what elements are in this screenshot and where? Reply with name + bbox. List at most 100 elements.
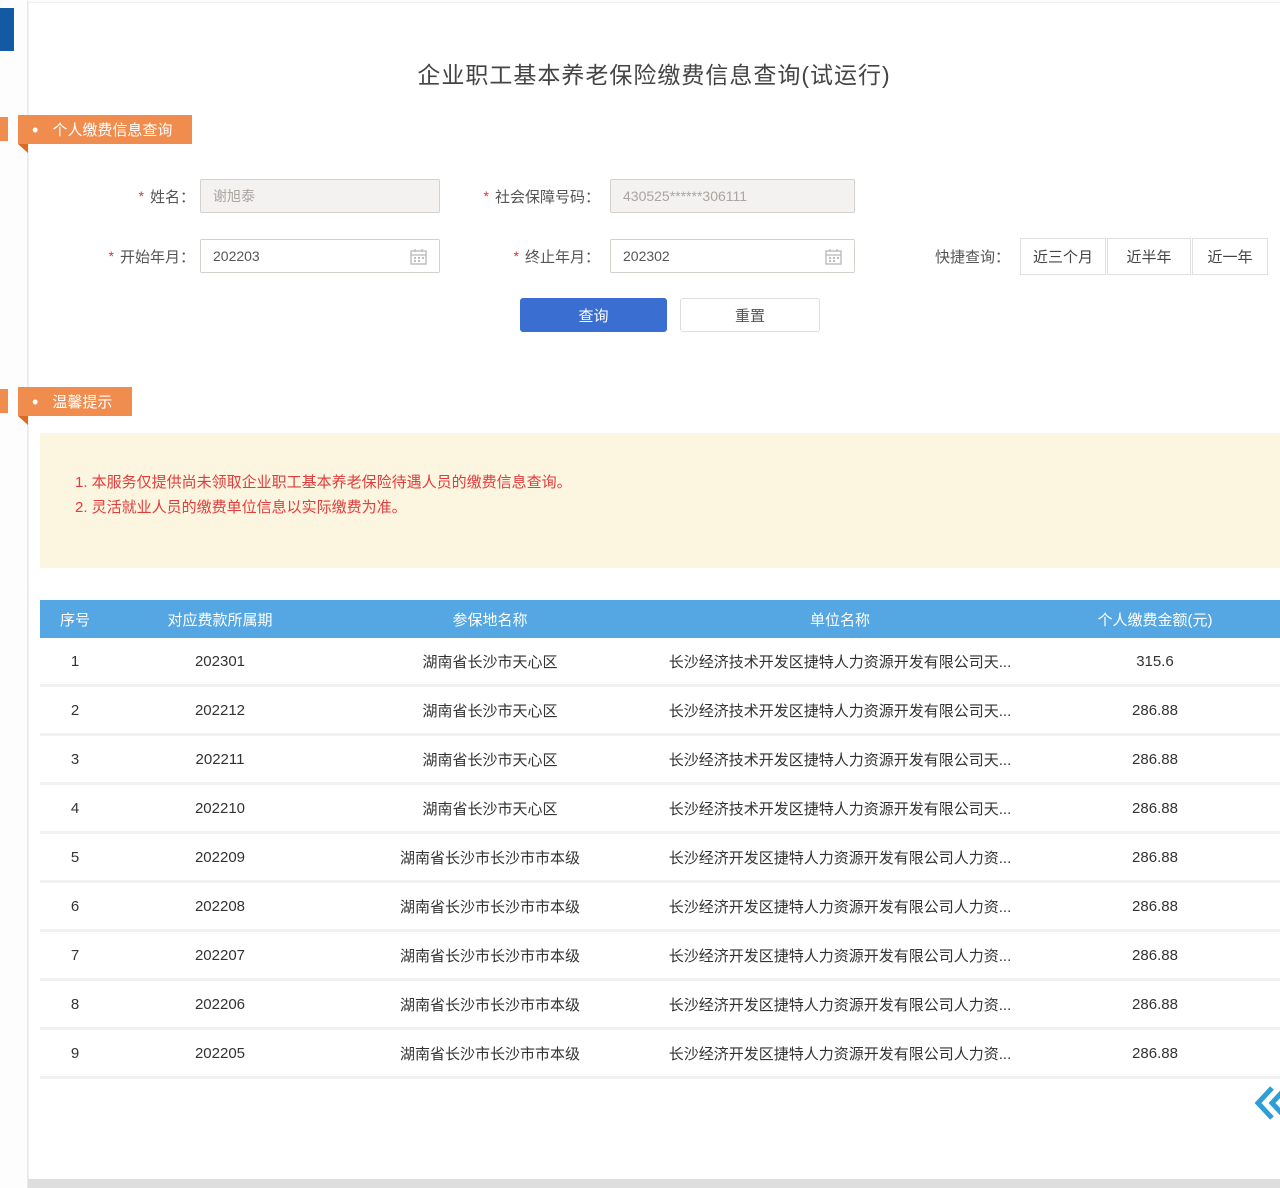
quick-btn-halfyear[interactable]: 近半年	[1107, 238, 1191, 275]
quick-btn-3months[interactable]: 近三个月	[1020, 238, 1106, 275]
start-month-label: * 开始年月：	[88, 239, 195, 273]
table-cell: 湖南省长沙市天心区	[330, 651, 650, 672]
table-cell: 长沙经济技术开发区捷特人力资源开发有限公司天...	[650, 749, 1030, 770]
table-cell: 长沙经济开发区捷特人力资源开发有限公司人力资...	[650, 945, 1030, 966]
bullet-icon: •	[32, 121, 38, 139]
bullet-icon: •	[32, 393, 38, 411]
table-header-cell: 序号	[40, 609, 110, 630]
section-badge-tips-label: 温馨提示	[52, 391, 112, 412]
table-cell: 7	[40, 947, 110, 964]
table-cell: 286.88	[1030, 702, 1280, 719]
table-cell: 长沙经济技术开发区捷特人力资源开发有限公司天...	[650, 700, 1030, 721]
table-cell: 286.88	[1030, 898, 1280, 915]
background-badge-sliver	[0, 117, 8, 141]
start-month-field[interactable]: 202203	[200, 239, 440, 273]
calendar-icon[interactable]	[825, 248, 842, 265]
table-cell: 湖南省长沙市天心区	[330, 798, 650, 819]
name-value: 谢旭泰	[213, 186, 427, 206]
ssn-label: * 社会保障号码：	[460, 179, 600, 213]
end-month-field[interactable]: 202302	[610, 239, 855, 273]
section-badge-query-label: 个人缴费信息查询	[52, 119, 172, 140]
reset-button[interactable]: 重置	[680, 298, 820, 332]
table-cell: 1	[40, 653, 110, 670]
start-month-value: 202203	[213, 248, 410, 264]
table-cell: 286.88	[1030, 1045, 1280, 1062]
tips-text: 1. 本服务仅提供尚未领取企业职工基本养老保险待遇人员的缴费信息查询。 2. 灵…	[75, 470, 572, 520]
table-cell: 286.88	[1030, 751, 1280, 768]
table-row[interactable]: 8202206湖南省长沙市长沙市市本级长沙经济开发区捷特人力资源开发有限公司人力…	[40, 981, 1280, 1030]
table-header-cell: 参保地名称	[330, 609, 650, 630]
calendar-icon[interactable]	[410, 248, 427, 265]
background-badge-sliver	[0, 389, 8, 413]
table-row[interactable]: 4202210湖南省长沙市天心区长沙经济技术开发区捷特人力资源开发有限公司天..…	[40, 785, 1280, 834]
table-row[interactable]: 7202207湖南省长沙市长沙市市本级长沙经济开发区捷特人力资源开发有限公司人力…	[40, 932, 1280, 981]
badge-fold	[18, 144, 28, 153]
table-cell: 3	[40, 751, 110, 768]
required-asterisk: *	[109, 248, 114, 264]
ssn-value: 430525******306111	[623, 188, 842, 204]
table-cell: 8	[40, 996, 110, 1013]
query-button[interactable]: 查询	[520, 298, 667, 332]
section-badge-tips: • 温馨提示	[18, 387, 132, 416]
table-header-cell: 个人缴费金额(元)	[1030, 609, 1280, 630]
table-cell: 202212	[110, 702, 330, 719]
table-body: 1202301湖南省长沙市天心区长沙经济技术开发区捷特人力资源开发有限公司天..…	[40, 638, 1280, 1079]
bottom-bar	[28, 1179, 1280, 1188]
quick-query-label: 快捷查询：	[935, 238, 1010, 274]
table-cell: 湖南省长沙市天心区	[330, 700, 650, 721]
table-row[interactable]: 9202205湖南省长沙市长沙市市本级长沙经济开发区捷特人力资源开发有限公司人力…	[40, 1030, 1280, 1079]
table-cell: 4	[40, 800, 110, 817]
table-cell: 长沙经济开发区捷特人力资源开发有限公司人力资...	[650, 994, 1030, 1015]
background-panel-sliver	[0, 0, 28, 1188]
table-cell: 长沙经济开发区捷特人力资源开发有限公司人力资...	[650, 847, 1030, 868]
table-header-row: 序号对应费款所属期参保地名称单位名称个人缴费金额(元)	[40, 600, 1280, 638]
table-cell: 202205	[110, 1045, 330, 1062]
table-row[interactable]: 1202301湖南省长沙市天心区长沙经济技术开发区捷特人力资源开发有限公司天..…	[40, 638, 1280, 687]
table-cell: 202208	[110, 898, 330, 915]
table-row[interactable]: 5202209湖南省长沙市长沙市市本级长沙经济开发区捷特人力资源开发有限公司人力…	[40, 834, 1280, 883]
table-cell: 202301	[110, 653, 330, 670]
table-cell: 315.6	[1030, 653, 1280, 670]
quick-btn-year[interactable]: 近一年	[1192, 238, 1268, 275]
table-cell: 202207	[110, 947, 330, 964]
table-cell: 5	[40, 849, 110, 866]
table-cell: 202206	[110, 996, 330, 1013]
table-cell: 长沙经济技术开发区捷特人力资源开发有限公司天...	[650, 651, 1030, 672]
table-cell: 湖南省长沙市长沙市市本级	[330, 1043, 650, 1064]
table-cell: 202211	[110, 751, 330, 768]
table-cell: 长沙经济技术开发区捷特人力资源开发有限公司天...	[650, 798, 1030, 819]
tips-line-2: 2. 灵活就业人员的缴费单位信息以实际缴费为准。	[75, 495, 572, 520]
table-cell: 湖南省长沙市长沙市市本级	[330, 994, 650, 1015]
tips-line-1: 1. 本服务仅提供尚未领取企业职工基本养老保险待遇人员的缴费信息查询。	[75, 470, 572, 495]
table-row[interactable]: 6202208湖南省长沙市长沙市市本级长沙经济开发区捷特人力资源开发有限公司人力…	[40, 883, 1280, 932]
table-cell: 湖南省长沙市长沙市市本级	[330, 945, 650, 966]
table-row[interactable]: 2202212湖南省长沙市天心区长沙经济技术开发区捷特人力资源开发有限公司天..…	[40, 687, 1280, 736]
table-cell: 286.88	[1030, 947, 1280, 964]
name-field[interactable]: 谢旭泰	[200, 179, 440, 213]
table-cell: 286.88	[1030, 996, 1280, 1013]
table-cell: 286.88	[1030, 849, 1280, 866]
table-cell: 湖南省长沙市长沙市市本级	[330, 896, 650, 917]
ssn-field[interactable]: 430525******306111	[610, 179, 855, 213]
required-asterisk: *	[514, 248, 519, 264]
table-cell: 湖南省长沙市长沙市市本级	[330, 847, 650, 868]
table-cell: 6	[40, 898, 110, 915]
table-cell: 9	[40, 1045, 110, 1062]
table-cell: 202209	[110, 849, 330, 866]
page-title: 企业职工基本养老保险缴费信息查询(试运行)	[28, 56, 1280, 90]
section-badge-query: • 个人缴费信息查询	[18, 115, 192, 144]
end-month-value: 202302	[623, 248, 825, 264]
table-row[interactable]: 3202211湖南省长沙市天心区长沙经济技术开发区捷特人力资源开发有限公司天..…	[40, 736, 1280, 785]
double-chevron-left-icon[interactable]	[1253, 1085, 1280, 1121]
end-month-label: * 终止年月：	[460, 239, 600, 273]
required-asterisk: *	[484, 188, 489, 204]
results-table: 序号对应费款所属期参保地名称单位名称个人缴费金额(元) 1202301湖南省长沙…	[40, 600, 1280, 1079]
name-label: * 姓名：	[88, 179, 195, 213]
table-cell: 湖南省长沙市天心区	[330, 749, 650, 770]
required-asterisk: *	[139, 188, 144, 204]
table-cell: 202210	[110, 800, 330, 817]
table-header-cell: 单位名称	[650, 609, 1030, 630]
background-blue-block	[0, 8, 14, 51]
table-cell: 2	[40, 702, 110, 719]
table-cell: 286.88	[1030, 800, 1280, 817]
